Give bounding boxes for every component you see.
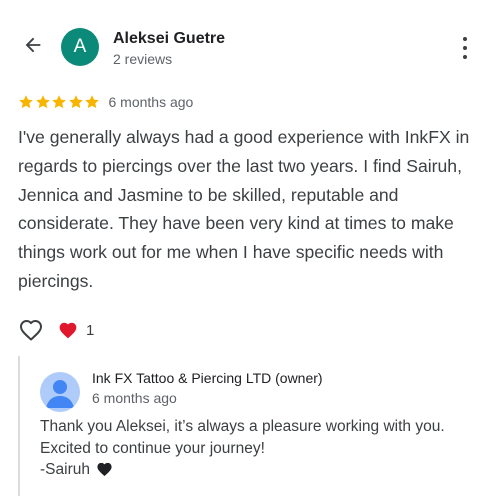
reviewer-review-count: 2 reviews <box>113 51 173 67</box>
star-icon <box>52 95 66 109</box>
owner-reply: Ink FX Tattoo & Piercing LTD (owner) 6 m… <box>18 356 488 496</box>
like-button[interactable] <box>18 317 44 343</box>
reviewer-avatar[interactable]: A <box>61 28 99 66</box>
heart-outline-icon <box>20 320 42 341</box>
star-icon <box>19 95 33 109</box>
owner-avatar[interactable] <box>40 372 80 412</box>
owner-reply-signature: -Sairuh <box>40 459 485 481</box>
owner-name: Ink FX Tattoo & Piercing LTD (owner) <box>92 370 323 386</box>
star-icon <box>35 95 50 109</box>
person-icon <box>46 380 74 408</box>
signature-text: -Sairuh <box>40 461 90 478</box>
review-header: A Aleksei Guetre 2 reviews <box>0 0 500 90</box>
reaction-count: 1 <box>86 321 95 339</box>
black-heart-icon <box>97 462 112 477</box>
more-options-button[interactable] <box>455 35 475 61</box>
owner-reply-line: Thank you Aleksei, it’s always a pleasur… <box>40 418 445 435</box>
rating-row: 6 months ago <box>18 92 193 112</box>
red-heart-icon[interactable] <box>58 320 78 340</box>
review-date: 6 months ago <box>108 94 194 110</box>
star-rating <box>18 94 101 110</box>
owner-reply-text: Thank you Aleksei, it’s always a pleasur… <box>40 416 485 481</box>
back-button[interactable] <box>20 32 46 58</box>
owner-reply-line: Excited to continue your journey! <box>40 439 265 457</box>
star-icon <box>68 95 83 109</box>
more-vert-icon <box>463 37 467 41</box>
owner-reply-date: 6 months ago <box>92 390 177 406</box>
avatar-letter: A <box>73 36 87 57</box>
reviewer-name[interactable]: Aleksei Guetre <box>113 30 225 48</box>
star-icon <box>85 95 99 109</box>
review-text: I've generally always had a good experie… <box>18 127 470 291</box>
reactions-row: 1 <box>18 316 94 344</box>
arrow-left-icon <box>25 37 41 53</box>
